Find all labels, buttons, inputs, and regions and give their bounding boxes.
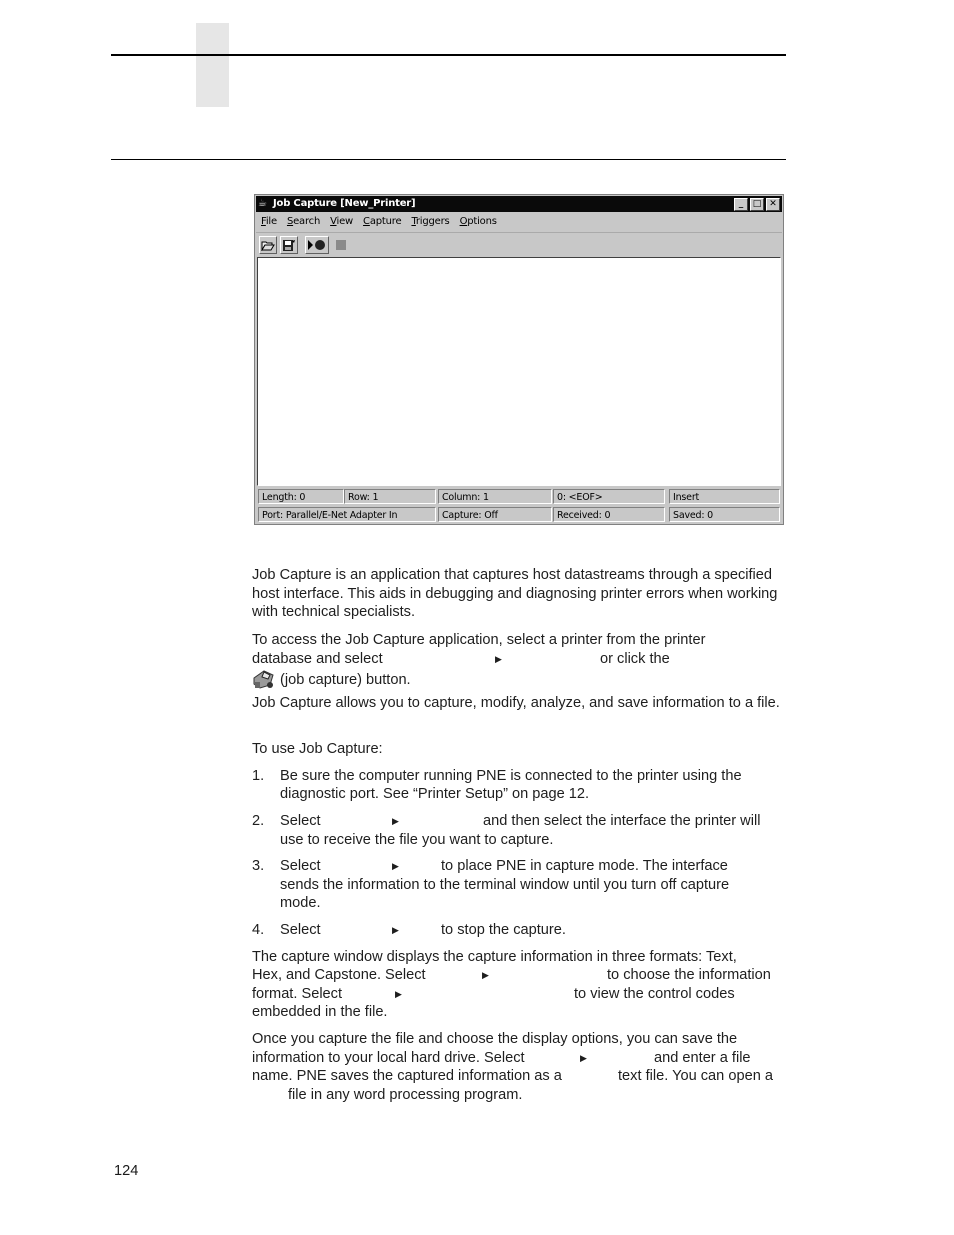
paragraph-save-line1: Once you capture the file and choose the…: [252, 1031, 738, 1047]
step-2-line1: Select ▶ and then select the interface t…: [280, 813, 761, 829]
folder-open-icon: [261, 241, 275, 251]
step-1-line2: diagnostic port. See “Printer Setup” on …: [280, 786, 590, 802]
paragraph-formats-line2: Hex, and Capstone. Select ▶ to choose th…: [252, 967, 771, 983]
minimize-button[interactable]: _: [734, 198, 748, 211]
step-2-number: 2.: [252, 813, 265, 829]
paragraph-save-line2: information to your local hard drive. Se…: [252, 1050, 751, 1066]
title-bar: ☕ Job Capture [New_Printer] _ □ ✕: [256, 196, 782, 212]
step-3-line1: Select ▶ to place PNE in capture mode. T…: [280, 858, 728, 874]
section-rule: [111, 159, 786, 160]
menu-arrow-icon: ▶: [482, 970, 489, 980]
paragraph-to-use: To use Job Capture:: [252, 741, 383, 757]
step-3-line3: mode.: [280, 895, 321, 911]
paragraph-formats-line4: embedded in the file.: [252, 1004, 388, 1020]
status-column: Column: 1: [438, 489, 552, 504]
save-file-button[interactable]: [280, 236, 298, 254]
paragraph-allows: Job Capture allows you to capture, modif…: [252, 695, 780, 711]
status-row: Row: 1: [344, 489, 436, 504]
menu-file[interactable]: File: [256, 213, 282, 231]
menu-triggers[interactable]: Triggers: [406, 213, 454, 231]
paragraph-access-line2: database and select ▶ or click the: [252, 651, 670, 667]
status-mode: Insert: [669, 489, 780, 504]
menu-view[interactable]: View: [325, 213, 358, 231]
maximize-icon: □: [752, 199, 762, 209]
open-file-button[interactable]: [259, 236, 277, 254]
menu-arrow-icon: ▶: [580, 1053, 587, 1063]
step-3-line2: sends the information to the terminal wi…: [280, 877, 730, 893]
toolbar: [256, 232, 782, 257]
stop-icon: [336, 240, 346, 250]
chapter-tab: [196, 23, 229, 107]
menu-bar: File Search View Capture Triggers Option…: [256, 213, 782, 231]
page-number: 124: [114, 1163, 139, 1179]
status-port: Port: Parallel/E-Net Adapter In: [258, 507, 436, 522]
status-capture: Capture: Off: [438, 507, 552, 522]
status-length: Length: 0: [258, 489, 344, 504]
menu-arrow-icon: ▶: [495, 654, 502, 664]
menu-file-rest: ile: [265, 216, 277, 227]
paragraph-save-line3: name. PNE saves the captured information…: [252, 1068, 773, 1084]
maximize-button[interactable]: □: [750, 198, 764, 211]
java-cup-icon: ☕: [258, 198, 267, 209]
paragraph-formats-line3: format. Select ▶ to view the control cod…: [252, 986, 735, 1002]
job-capture-window: ☕ Job Capture [New_Printer] _ □ ✕ File S…: [254, 194, 784, 525]
job-capture-icon: [253, 670, 274, 689]
step-2-line2: use to receive the file you want to capt…: [280, 832, 554, 848]
paragraph-save-line4: file in any word processing program.: [288, 1087, 523, 1103]
menu-arrow-icon: ▶: [395, 989, 402, 999]
paragraph-intro: Job Capture is an application that captu…: [252, 567, 778, 620]
menu-options[interactable]: Options: [455, 213, 502, 231]
paragraph-access-line1: To access the Job Capture application, s…: [252, 632, 706, 648]
status-saved: Saved: 0: [669, 507, 780, 522]
close-icon: ✕: [769, 199, 777, 209]
step-4-line1: Select ▶ to stop the capture.: [280, 922, 566, 938]
play-record-icon: [308, 240, 325, 250]
paragraph-formats-line1: The capture window displays the capture …: [252, 949, 737, 965]
save-icon: [283, 239, 295, 251]
status-received: Received: 0: [553, 507, 665, 522]
step-3-number: 3.: [252, 858, 265, 874]
step-1-number: 1.: [252, 768, 265, 784]
menu-search[interactable]: Search: [282, 213, 325, 231]
menu-arrow-icon: ▶: [392, 816, 399, 826]
step-4-number: 4.: [252, 922, 265, 938]
paragraph-access-line3: (job capture) button.: [252, 668, 792, 690]
menu-capture[interactable]: Capture: [358, 213, 406, 231]
status-position: 0: <EOF>: [553, 489, 665, 504]
capture-text-area[interactable]: [257, 257, 781, 486]
step-1-line1: Be sure the computer running PNE is conn…: [280, 768, 742, 784]
stop-capture-button[interactable]: [332, 236, 350, 254]
close-button[interactable]: ✕: [766, 198, 780, 211]
minimize-icon: _: [738, 199, 744, 209]
menu-arrow-icon: ▶: [392, 925, 399, 935]
start-capture-button[interactable]: [305, 236, 329, 254]
window-title: Job Capture [New_Printer]: [273, 198, 416, 209]
menu-arrow-icon: ▶: [392, 861, 399, 871]
header-rule: [111, 54, 786, 56]
